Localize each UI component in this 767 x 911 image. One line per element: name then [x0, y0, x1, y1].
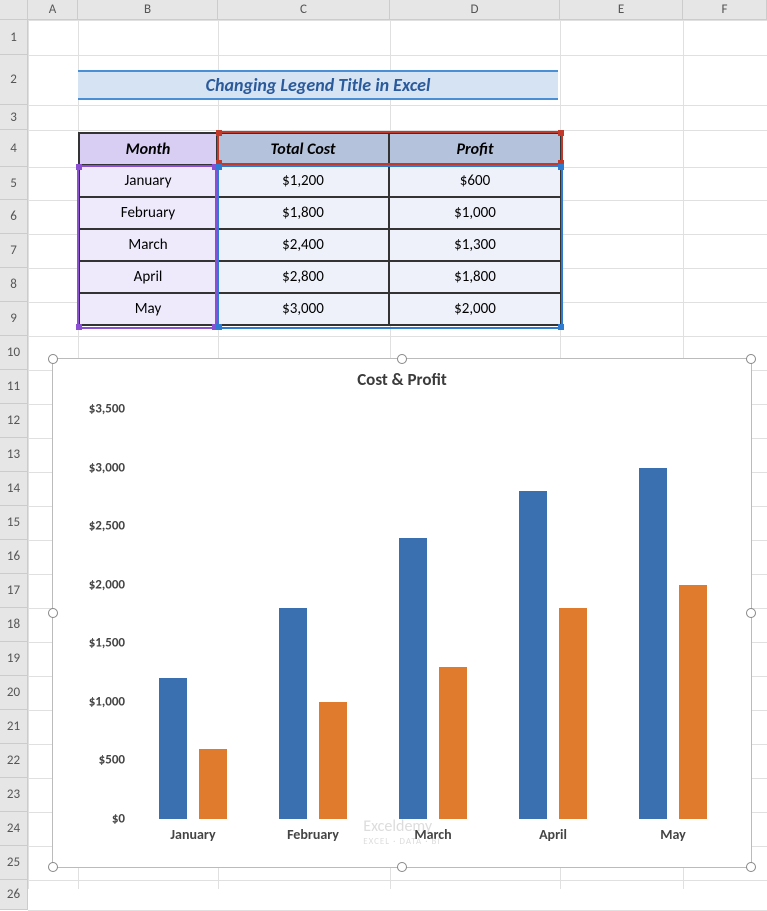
row-header[interactable]: 24 [0, 812, 28, 846]
bar-profit[interactable] [439, 667, 467, 819]
chart-title[interactable]: Cost & Profit [53, 369, 751, 390]
cell-profit[interactable]: $600 [389, 165, 561, 197]
cell-month[interactable]: January [79, 165, 217, 197]
row-header[interactable]: 19 [0, 642, 28, 676]
row-header[interactable]: 13 [0, 438, 28, 472]
select-all-corner[interactable] [0, 0, 28, 20]
x-axis-label: February [287, 826, 339, 843]
chart-plot-area[interactable]: $0$500$1,000$1,500$2,000$2,500$3,000$3,5… [133, 409, 733, 819]
chart-resize-handle[interactable] [48, 354, 58, 364]
x-axis-label: March [414, 826, 451, 843]
row-header[interactable]: 4 [0, 130, 28, 167]
row-header[interactable]: 25 [0, 846, 28, 880]
y-axis-tick: $3,000 [63, 460, 125, 475]
y-axis-tick: $3,500 [63, 402, 125, 417]
y-axis-tick: $500 [63, 753, 125, 768]
cell-cost[interactable]: $1,200 [217, 165, 389, 197]
column-header[interactable]: F [683, 0, 767, 20]
table-row: January$1,200$600 [79, 165, 561, 197]
bar-profit[interactable] [199, 749, 227, 819]
row-header[interactable]: 11 [0, 370, 28, 404]
spreadsheet-grid[interactable]: ABCDEF 123456789101112131415161718192021… [0, 0, 767, 889]
row-header[interactable]: 9 [0, 302, 28, 336]
table-row: May$3,000$2,000 [79, 293, 561, 325]
row-header[interactable]: 12 [0, 404, 28, 438]
row-header[interactable]: 10 [0, 336, 28, 370]
row-header[interactable]: 21 [0, 710, 28, 744]
x-axis-label: May [660, 826, 686, 843]
bar-cost[interactable] [279, 608, 307, 819]
header-profit[interactable]: Profit [389, 133, 561, 165]
row-header[interactable]: 1 [0, 20, 28, 55]
cell-profit[interactable]: $1,000 [389, 197, 561, 229]
table-header-row: Month Total Cost Profit [79, 133, 561, 165]
table-row: March$2,400$1,300 [79, 229, 561, 261]
row-header[interactable]: 16 [0, 540, 28, 574]
y-axis-tick: $2,000 [63, 577, 125, 592]
column-header[interactable]: E [560, 0, 683, 20]
bar-cost[interactable] [639, 468, 667, 819]
row-header[interactable]: 20 [0, 676, 28, 710]
bar-profit[interactable] [559, 608, 587, 819]
row-header[interactable]: 8 [0, 268, 28, 302]
chart-resize-handle[interactable] [397, 862, 407, 872]
bar-cost[interactable] [399, 538, 427, 819]
row-header[interactable]: 2 [0, 55, 28, 105]
table-row: February$1,800$1,000 [79, 197, 561, 229]
cell-profit[interactable]: $2,000 [389, 293, 561, 325]
bar-profit[interactable] [319, 702, 347, 819]
y-axis-tick: $1,500 [63, 636, 125, 651]
column-header[interactable]: C [218, 0, 390, 20]
table-row: April$2,800$1,800 [79, 261, 561, 293]
cell-cost[interactable]: $2,400 [217, 229, 389, 261]
row-header[interactable]: 15 [0, 506, 28, 540]
bar-profit[interactable] [679, 585, 707, 819]
chart-resize-handle[interactable] [48, 862, 58, 872]
y-axis-tick: $0 [63, 812, 125, 827]
cell-month[interactable]: March [79, 229, 217, 261]
row-header[interactable]: 5 [0, 167, 28, 200]
cell-month[interactable]: February [79, 197, 217, 229]
row-header[interactable]: 22 [0, 744, 28, 778]
row-header[interactable]: 23 [0, 778, 28, 812]
header-cost[interactable]: Total Cost [217, 133, 389, 165]
column-header[interactable]: D [390, 0, 560, 20]
data-table[interactable]: Month Total Cost Profit January$1,200$60… [78, 132, 562, 326]
cell-month[interactable]: April [79, 261, 217, 293]
row-header[interactable]: 7 [0, 234, 28, 268]
sheet-title-banner: Changing Legend Title in Excel [78, 70, 558, 100]
chart-resize-handle[interactable] [397, 354, 407, 364]
row-header[interactable]: 3 [0, 105, 28, 130]
chart-resize-handle[interactable] [746, 862, 756, 872]
cell-profit[interactable]: $1,800 [389, 261, 561, 293]
cell-cost[interactable]: $1,800 [217, 197, 389, 229]
row-header[interactable]: 18 [0, 608, 28, 642]
cell-profit[interactable]: $1,300 [389, 229, 561, 261]
y-axis-tick: $2,500 [63, 519, 125, 534]
cell-month[interactable]: May [79, 293, 217, 325]
cell-cost[interactable]: $2,800 [217, 261, 389, 293]
row-header[interactable]: 6 [0, 200, 28, 234]
x-axis-label: January [170, 826, 215, 843]
y-axis-tick: $1,000 [63, 694, 125, 709]
cell-cost[interactable]: $3,000 [217, 293, 389, 325]
row-header[interactable]: 26 [0, 880, 28, 910]
header-month[interactable]: Month [79, 133, 217, 165]
row-header[interactable]: 14 [0, 472, 28, 506]
chart-resize-handle[interactable] [48, 608, 58, 618]
x-axis-label: April [539, 826, 567, 843]
column-header[interactable]: A [28, 0, 78, 20]
column-header[interactable]: B [78, 0, 218, 20]
bar-cost[interactable] [159, 678, 187, 819]
sheet-title-text: Changing Legend Title in Excel [206, 74, 431, 96]
bar-cost[interactable] [519, 491, 547, 819]
chart-resize-handle[interactable] [746, 354, 756, 364]
chart-object[interactable]: Cost & Profit $0$500$1,000$1,500$2,000$2… [52, 358, 752, 868]
chart-resize-handle[interactable] [746, 608, 756, 618]
row-header[interactable]: 17 [0, 574, 28, 608]
